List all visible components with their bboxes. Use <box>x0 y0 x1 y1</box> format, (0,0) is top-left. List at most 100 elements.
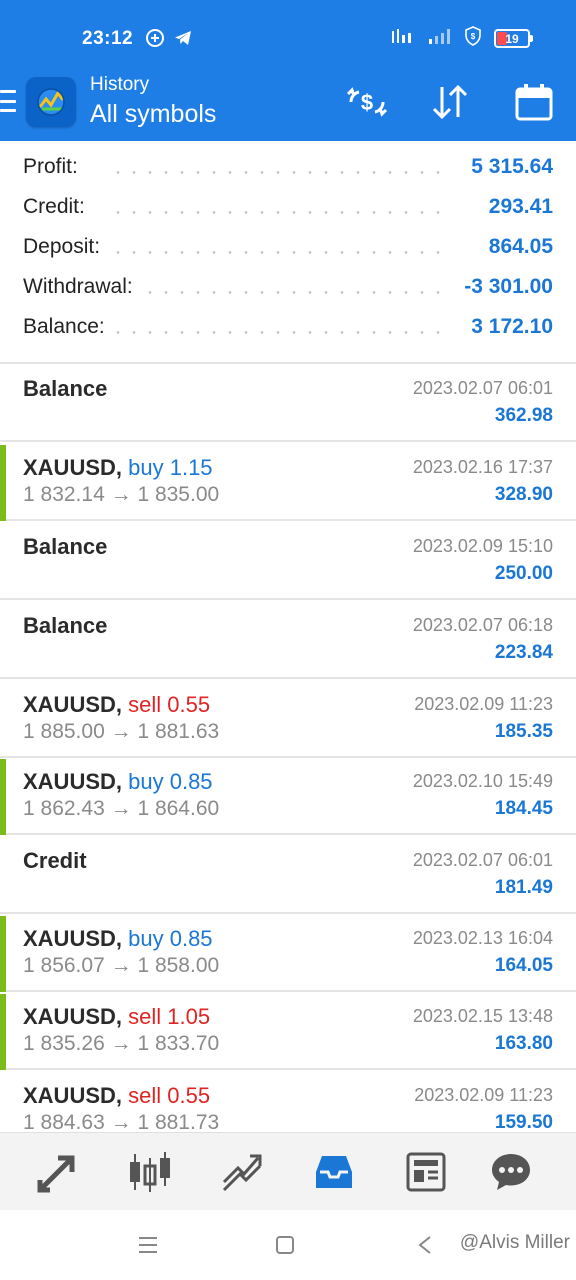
account-summary: Profit: 5 315.64 Credit: 293.41 Deposit:… <box>0 141 576 364</box>
history-item-deal[interactable]: XAUUSD, sell 0.55 1 884.63 → 1 881.73 20… <box>0 1071 576 1132</box>
history-item-balance[interactable]: Balance 2023.02.07 06:18 223.84 <box>0 601 576 679</box>
summary-row-profit: Profit: 5 315.64 <box>0 149 576 187</box>
item-date: 2023.02.10 15:49 <box>412 771 553 791</box>
arrow: → <box>110 797 132 820</box>
menu-icon[interactable] <box>0 90 16 112</box>
chat-icon[interactable] <box>488 1149 534 1195</box>
summary-value: -3 301.00 <box>454 275 553 299</box>
summary-row-balance: Balance: 3 172.10 <box>0 309 576 347</box>
status-bar: 23:12 $ 19 <box>0 0 576 72</box>
deal-title: XAUUSD, buy 0.85 <box>23 769 213 795</box>
history-item-deal[interactable]: XAUUSD, buy 1.15 1 832.14 → 1 835.00 202… <box>0 443 576 521</box>
item-amount: 164.05 <box>494 955 553 976</box>
trade-icon[interactable] <box>219 1149 265 1195</box>
close-price: 1 881.63 <box>137 720 220 743</box>
deal-prices: 1 856.07 → 1 858.00 <box>23 954 219 978</box>
summary-value: 293.41 <box>478 195 553 219</box>
deal-symbol: XAUUSD, <box>23 692 123 717</box>
calendar-icon[interactable] <box>512 80 556 124</box>
summary-label: Deposit: <box>23 235 111 259</box>
history-item-balance[interactable]: Balance 2023.02.07 06:01 362.98 <box>0 364 576 442</box>
summary-label: Withdrawal: <box>23 275 143 299</box>
deal-prices: 1 835.26 → 1 833.70 <box>23 1032 219 1056</box>
close-price: 1 858.00 <box>137 954 220 977</box>
menu-lines-icon[interactable] <box>135 1232 161 1258</box>
item-amount: 159.50 <box>494 1112 553 1132</box>
quotes-icon[interactable] <box>35 1149 81 1195</box>
history-list[interactable]: Balance 2023.02.07 06:01 362.98 XAUUSD, … <box>0 364 576 1132</box>
history-item-deal[interactable]: XAUUSD, buy 0.85 1 862.43 → 1 864.60 202… <box>0 757 576 835</box>
status-time: 23:12 <box>82 28 134 49</box>
deal-side-volume: sell 1.05 <box>128 1004 211 1029</box>
arrow: → <box>110 483 132 506</box>
item-date: 2023.02.16 17:37 <box>412 457 553 477</box>
currency-exchange-icon[interactable]: $ <box>345 80 389 124</box>
history-item-balance[interactable]: Balance 2023.02.09 15:10 250.00 <box>0 522 576 600</box>
home-square-icon[interactable] <box>272 1232 298 1258</box>
sort-icon[interactable] <box>428 80 472 124</box>
open-price: 1 884.63 <box>23 1111 105 1132</box>
summary-label: Credit: <box>23 195 95 219</box>
item-date: 2023.02.15 13:48 <box>412 1006 553 1026</box>
close-price: 1 835.00 <box>137 483 220 506</box>
item-amount: 223.84 <box>494 642 553 663</box>
open-price: 1 885.00 <box>23 720 105 743</box>
deal-symbol: XAUUSD, <box>23 926 123 951</box>
arrow: → <box>110 720 132 743</box>
summary-value: 5 315.64 <box>461 155 553 179</box>
history-item-deal[interactable]: XAUUSD, sell 0.55 1 885.00 → 1 881.63 20… <box>0 680 576 758</box>
summary-row-deposit: Deposit: 864.05 <box>0 229 576 267</box>
item-date: 2023.02.09 11:23 <box>414 694 553 714</box>
history-item-deal[interactable]: XAUUSD, buy 0.85 1 856.07 → 1 858.00 202… <box>0 914 576 992</box>
network-speed-icon <box>390 27 416 50</box>
open-price: 1 862.43 <box>23 797 105 820</box>
history-inbox-icon[interactable] <box>311 1149 357 1195</box>
telegram-icon <box>173 28 193 48</box>
plus-circle-icon <box>145 28 165 48</box>
history-item-deal[interactable]: XAUUSD, sell 1.05 1 835.26 → 1 833.70 20… <box>0 992 576 1070</box>
deal-title: XAUUSD, sell 0.55 <box>23 692 210 718</box>
deal-title: XAUUSD, sell 0.55 <box>23 1083 210 1109</box>
arrow: → <box>110 1111 132 1132</box>
deal-title: XAUUSD, sell 1.05 <box>23 1004 210 1030</box>
dotted-leader <box>110 291 446 294</box>
deal-side-volume: sell 0.55 <box>128 1083 211 1108</box>
vpn-shield-icon: $ <box>464 26 482 51</box>
item-date: 2023.02.13 16:04 <box>412 928 553 948</box>
symbol-filter[interactable]: All symbols <box>90 100 216 129</box>
item-date: 2023.02.07 06:18 <box>412 615 553 635</box>
summary-value: 864.05 <box>478 235 553 259</box>
item-date: 2023.02.07 06:01 <box>412 378 553 398</box>
history-item-credit[interactable]: Credit 2023.02.07 06:01 181.49 <box>0 836 576 914</box>
deal-title: XAUUSD, buy 1.15 <box>23 455 213 481</box>
dotted-leader <box>110 331 446 334</box>
open-price: 1 856.07 <box>23 954 105 977</box>
app-logo-icon <box>26 77 76 127</box>
status-right-icons: $ 19 <box>390 26 533 51</box>
deal-symbol: XAUUSD, <box>23 1004 123 1029</box>
chart-candles-icon[interactable] <box>127 1149 173 1195</box>
arrow: → <box>110 954 132 977</box>
item-amount: 328.90 <box>494 484 553 505</box>
back-icon[interactable] <box>412 1232 438 1258</box>
deal-prices: 1 885.00 → 1 881.63 <box>23 720 219 744</box>
deal-indicator-bar <box>0 445 6 521</box>
top-bar: 23:12 $ 19 History All symbols $ <box>0 0 576 141</box>
battery-level: 19 <box>505 31 519 46</box>
item-amount: 185.35 <box>494 721 553 742</box>
deal-title: XAUUSD, buy 0.85 <box>23 926 213 952</box>
summary-label: Balance: <box>23 315 115 339</box>
news-icon[interactable] <box>403 1149 449 1195</box>
deal-side-volume: buy 0.85 <box>128 926 213 951</box>
deal-side-volume: buy 1.15 <box>128 455 213 480</box>
system-navigation-bar: @Alvis Miller <box>0 1210 576 1280</box>
operation-title: Balance <box>23 613 108 638</box>
mt5-history-screen: 23:12 $ 19 History All symbols $ Profit:… <box>0 0 576 1280</box>
summary-label: Profit: <box>23 155 88 179</box>
operation-title: Balance <box>23 534 108 559</box>
signal-icon <box>428 27 452 50</box>
item-amount: 163.80 <box>494 1033 553 1054</box>
item-amount: 250.00 <box>494 563 553 584</box>
battery-icon: 19 <box>494 29 533 48</box>
close-price: 1 881.73 <box>137 1111 220 1132</box>
